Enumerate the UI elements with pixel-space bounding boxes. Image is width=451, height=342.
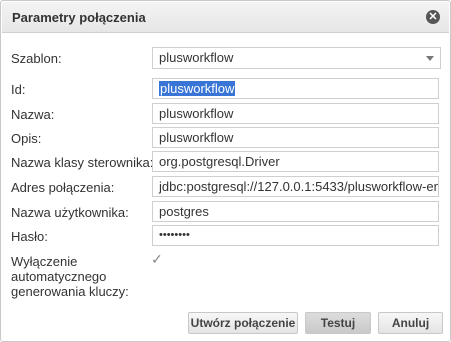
dialog-title: Parametry połączenia [12, 10, 146, 25]
template-select-value: plusworkflow [159, 50, 234, 65]
disable-keys-label-line-2: automatycznego [11, 269, 107, 284]
id-label: Id: [11, 82, 26, 97]
connection-url-field[interactable]: jdbc:postgresql://127.0.0.1:5433/pluswor… [152, 176, 439, 197]
name-label: Nazwa: [11, 107, 55, 122]
chevron-down-icon [426, 56, 434, 61]
disable-keys-label-line-3: generowania kluczy: [11, 284, 129, 299]
connection-dialog: Parametry połączenia ✕ Szablon: pluswork… [0, 0, 451, 342]
username-field[interactable]: postgres [152, 201, 439, 222]
test-button[interactable]: Testuj [305, 312, 371, 334]
password-label: Hasło: [11, 229, 48, 244]
connection-url-label: Adres połączenia: [11, 180, 115, 195]
template-label: Szablon: [11, 51, 62, 66]
disable-keys-label: Wyłączenie automatycznego generowania kl… [11, 254, 129, 299]
template-select[interactable]: plusworkflow [152, 47, 441, 69]
disable-keys-checkbox[interactable]: ✓ [151, 252, 165, 266]
username-label: Nazwa użytkownika: [11, 205, 129, 220]
password-field[interactable]: •••••••• [152, 225, 439, 246]
dialog-titlebar: Parametry połączenia ✕ [2, 2, 449, 33]
close-icon[interactable]: ✕ [426, 10, 440, 24]
create-connection-button[interactable]: Utwórz połączenie [188, 312, 298, 334]
id-field[interactable]: plusworkflow [152, 78, 439, 99]
driver-class-field[interactable]: org.postgresql.Driver [152, 151, 439, 172]
description-label: Opis: [11, 131, 42, 146]
driver-class-label: Nazwa klasy sterownika: [11, 155, 154, 170]
description-field[interactable]: plusworkflow [152, 127, 439, 148]
disable-keys-label-line-1: Wyłączenie [11, 254, 78, 269]
name-field[interactable]: plusworkflow [152, 103, 439, 124]
id-field-value: plusworkflow [159, 81, 236, 96]
cancel-button[interactable]: Anuluj [378, 312, 443, 334]
